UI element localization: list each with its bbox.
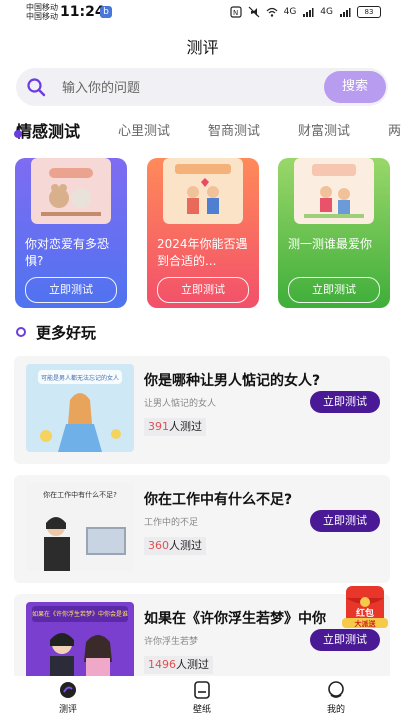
card-title: 你对恋爱有多恐惧?	[25, 237, 110, 268]
start-test-button[interactable]: 立即测试	[310, 391, 380, 413]
participant-count: 391人测过	[144, 418, 206, 436]
nav-item-evaluate[interactable]: 测评	[38, 680, 98, 715]
nav-item-profile[interactable]: 我的	[306, 680, 366, 715]
carrier-1: 中国移动	[26, 3, 58, 12]
featured-card-fear[interactable]: 你对恋爱有多恐惧? 立即测试	[15, 158, 127, 308]
nav-item-wallpaper[interactable]: 壁纸	[172, 680, 232, 715]
featured-card-love[interactable]: 测一测谁最爱你 立即测试	[278, 158, 390, 308]
item-image-caption: 可能是男人都无法忘记的女人	[41, 374, 119, 382]
search-input[interactable]	[60, 77, 324, 99]
card-image-love	[294, 158, 374, 224]
section-bullet-icon	[16, 327, 26, 337]
bottom-nav: 测评 壁纸 我的	[0, 676, 405, 720]
search-icon	[27, 78, 46, 97]
card-test-button[interactable]: 立即测试	[157, 277, 249, 303]
list-item[interactable]: 可能是男人都无法忘记的女人 你是哪种让男人惦记的女人? 让男人惦记的女人 391…	[14, 356, 390, 464]
signal-label-1: 4G	[283, 7, 297, 17]
count-suffix: 人测过	[169, 420, 202, 433]
signal-label-2: 4G	[320, 7, 333, 17]
nfc-icon: N	[229, 6, 242, 18]
nav-label: 测评	[58, 705, 77, 715]
svg-text:N: N	[233, 9, 238, 17]
count-number: 1496	[148, 658, 176, 671]
nav-label: 壁纸	[192, 705, 211, 715]
item-subtitle: 许你浮生若梦	[144, 637, 199, 647]
card-test-button[interactable]: 立即测试	[288, 277, 380, 303]
wallpaper-icon	[194, 681, 210, 699]
carrier-info: 中国移动 中国移动	[26, 3, 58, 21]
red-packet-line1: 红包	[356, 607, 374, 619]
status-icons: N 4G 4G 83	[229, 6, 381, 18]
card-test-button[interactable]: 立即测试	[25, 277, 117, 303]
evaluate-icon	[60, 682, 76, 698]
start-test-button[interactable]: 立即测试	[310, 510, 380, 532]
item-image-caption: 你在工作中有什么不足?	[43, 490, 117, 499]
wifi-icon	[266, 7, 278, 17]
card-image-2024	[163, 158, 243, 224]
featured-card-2024[interactable]: 2024年你能否遇到合适的... 立即测试	[147, 158, 259, 308]
mute-icon	[248, 6, 260, 18]
carrier-2: 中国移动	[26, 12, 58, 21]
item-title: 你是哪种让男人惦记的女人?	[144, 373, 321, 389]
item-title: 如果在《许你浮生若梦》中你	[144, 611, 326, 627]
count-suffix: 人测过	[176, 658, 209, 671]
nav-label: 我的	[326, 705, 345, 715]
item-subtitle: 让男人惦记的女人	[144, 399, 217, 409]
tab-iq[interactable]: 智商测试	[208, 120, 260, 139]
section-title: 更多好玩	[36, 324, 97, 342]
count-number: 360	[148, 539, 169, 552]
item-image: 可能是男人都无法忘记的女人	[26, 364, 134, 452]
count-suffix: 人测过	[169, 539, 202, 552]
search-bar[interactable]: 搜索	[16, 68, 388, 106]
page-title: 测评	[186, 38, 219, 57]
tab-wealth[interactable]: 财富测试	[298, 120, 350, 139]
card-title: 2024年你能否遇到合适的...	[157, 237, 248, 268]
status-bar: 中国移动 中国移动 11:24 b N 4G 4G 83	[0, 0, 405, 26]
item-image: 你在工作中有什么不足?	[26, 483, 134, 571]
battery-icon: 83	[357, 6, 381, 18]
tab-emotion[interactable]: 情感测试	[16, 118, 80, 142]
red-packet-icon[interactable]: 红包 大派送	[340, 582, 390, 632]
tab-psychology[interactable]: 心里测试	[118, 120, 170, 139]
category-tabs: 情感测试 心里测试 智商测试 财富测试 两	[0, 116, 405, 144]
participant-count: 1496人测过	[144, 656, 213, 674]
start-test-button[interactable]: 立即测试	[310, 629, 380, 651]
profile-icon	[328, 681, 344, 698]
card-title: 测一测谁最爱你	[288, 237, 373, 251]
app-notification-icon: b	[100, 6, 112, 18]
tab-more-partial[interactable]: 两	[388, 120, 401, 139]
card-image-fear	[31, 158, 111, 224]
status-time: 11:24	[60, 4, 105, 20]
red-packet-line2: 大派送	[355, 619, 377, 628]
active-tab-indicator	[14, 130, 22, 138]
list-item[interactable]: 你在工作中有什么不足? 你在工作中有什么不足? 工作中的不足 360人测过 立即…	[14, 475, 390, 583]
signal-icon-2	[340, 8, 351, 17]
item-title: 你在工作中有什么不足?	[144, 492, 293, 508]
count-number: 391	[148, 420, 169, 433]
search-button[interactable]: 搜索	[324, 71, 386, 103]
item-image-caption: 如果在《许你浮生若梦》中你会是谁	[32, 610, 128, 618]
participant-count: 360人测过	[144, 537, 206, 555]
item-subtitle: 工作中的不足	[144, 518, 199, 528]
signal-icon	[303, 8, 314, 17]
